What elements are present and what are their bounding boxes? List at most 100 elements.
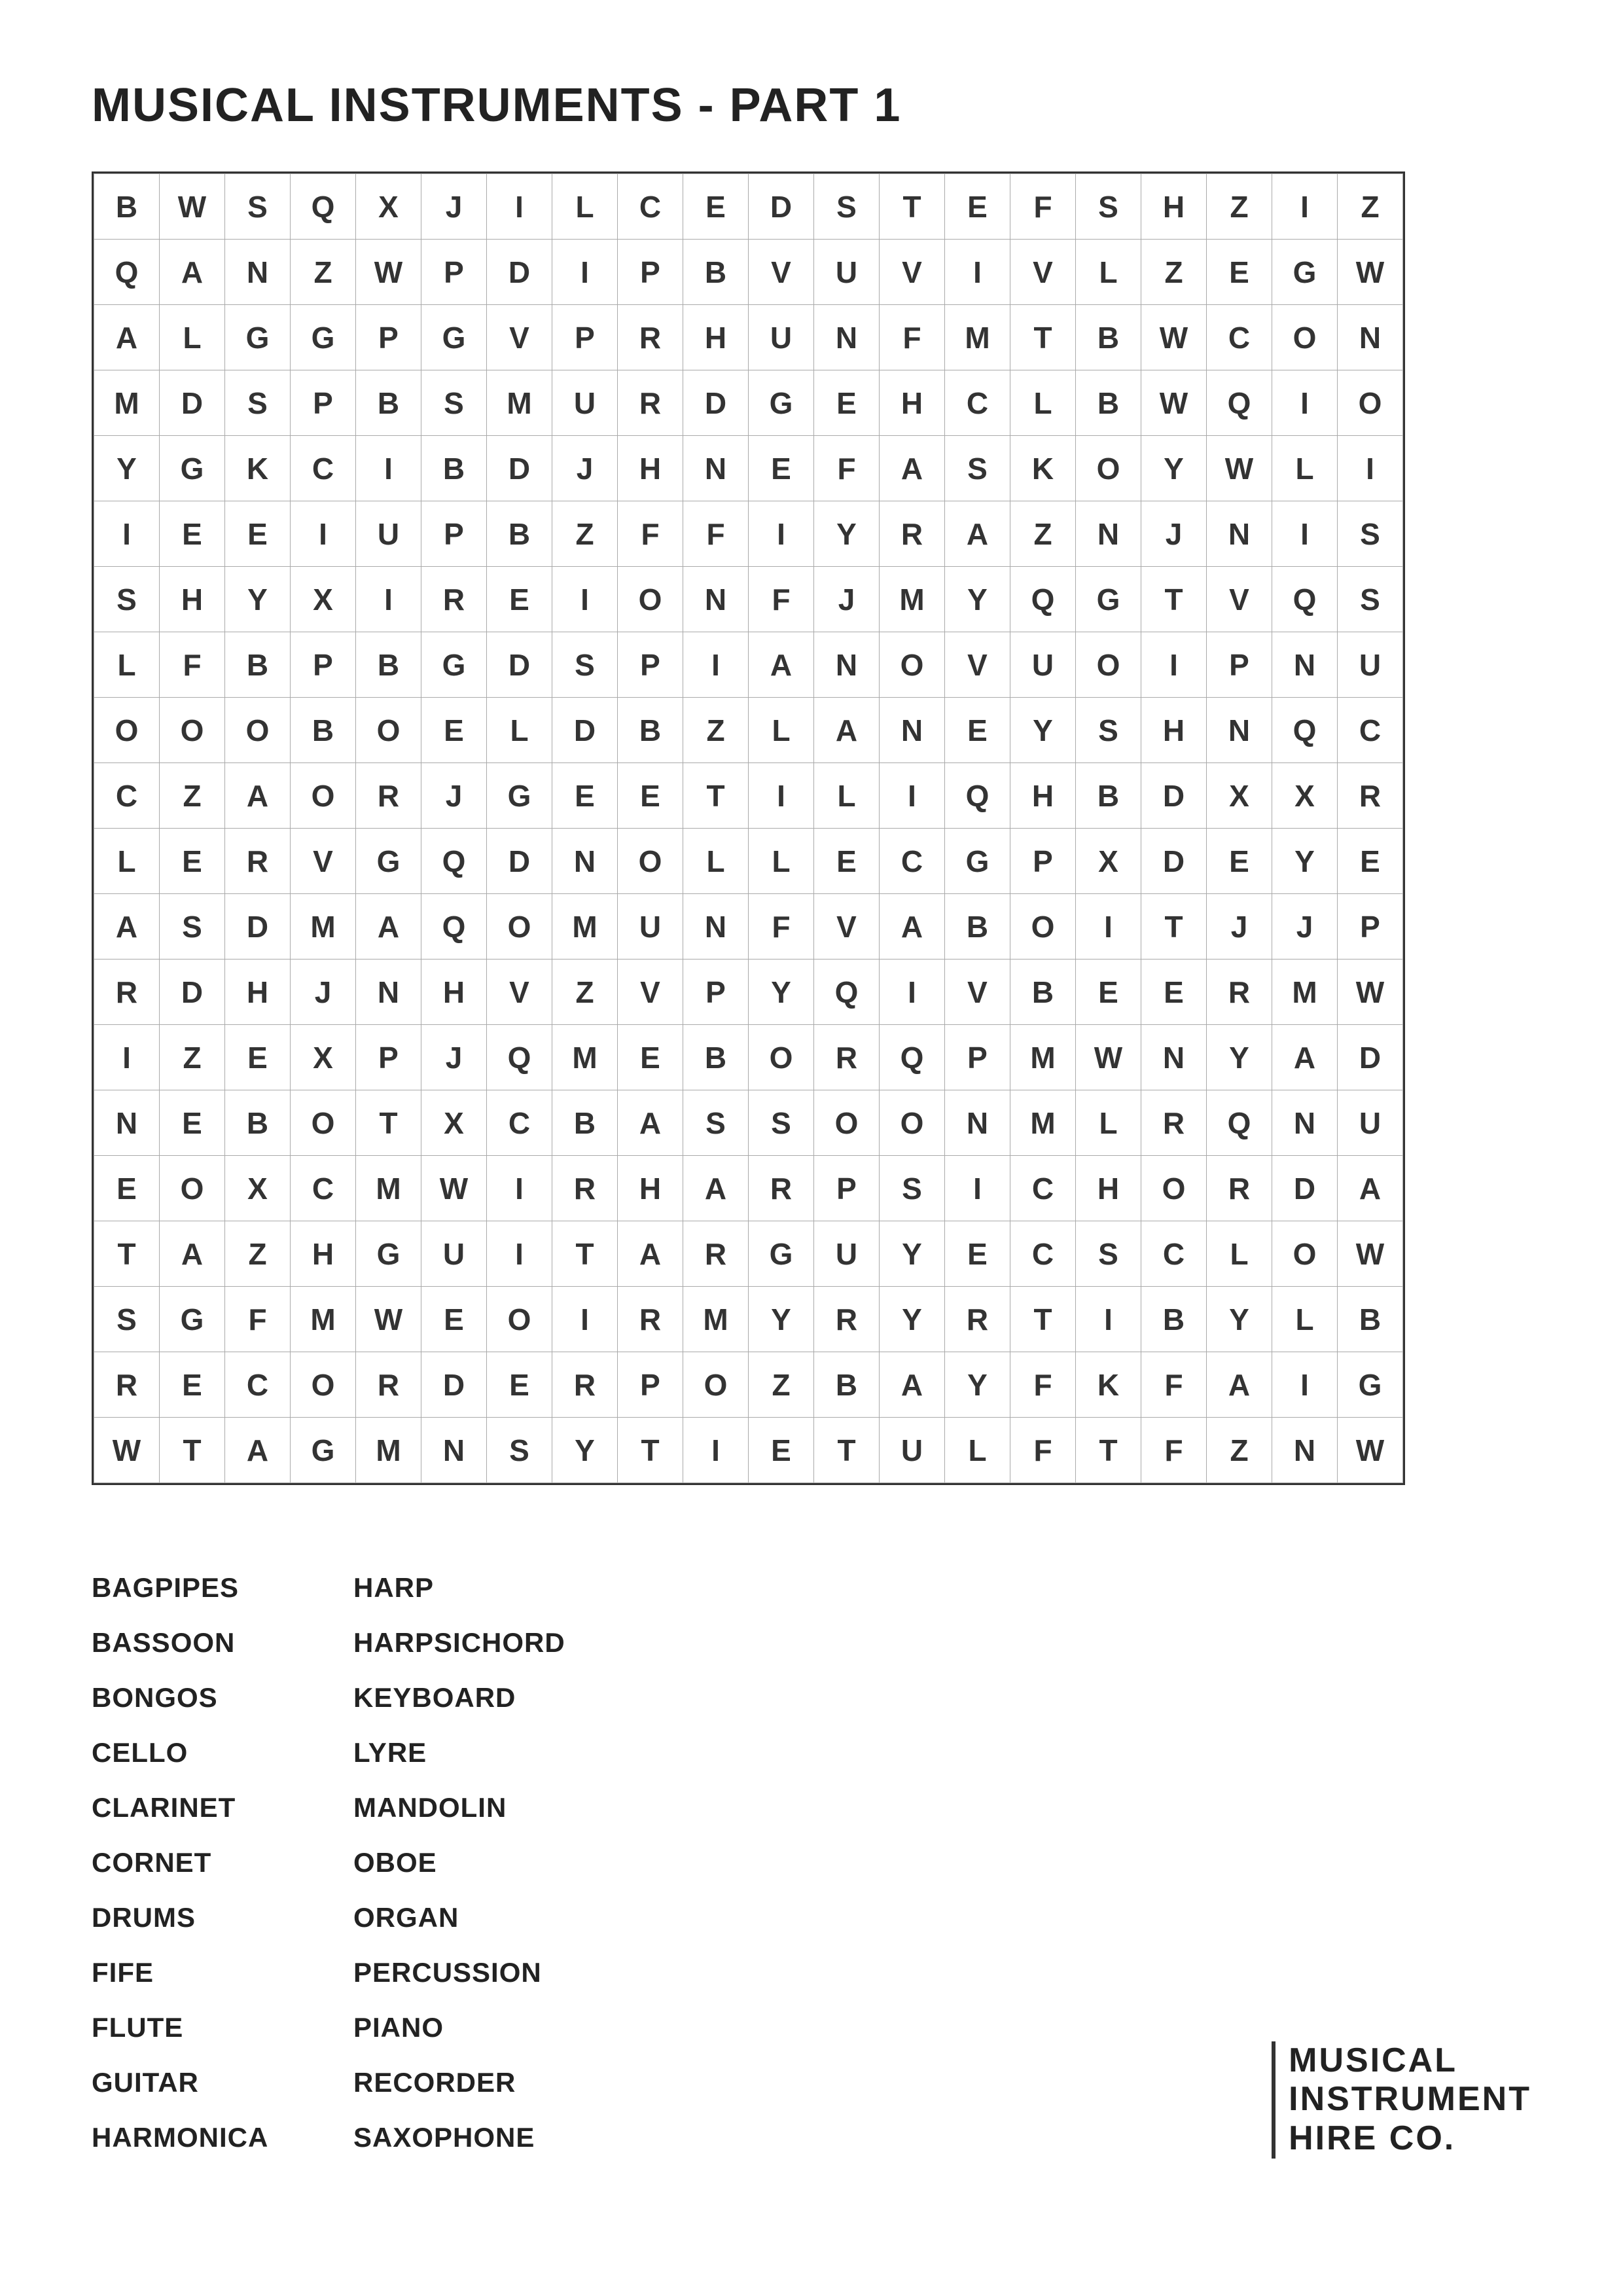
- grid-cell: L: [94, 829, 160, 894]
- grid-cell: X: [1076, 829, 1141, 894]
- grid-cell: I: [880, 763, 945, 829]
- grid-cell: V: [291, 829, 356, 894]
- grid-cell: E: [618, 1025, 683, 1090]
- grid-cell: Y: [1010, 698, 1076, 763]
- grid-cell: R: [1141, 1090, 1207, 1156]
- grid-cell: G: [356, 1221, 421, 1287]
- grid-cell: Y: [880, 1221, 945, 1287]
- grid-cell: C: [291, 436, 356, 501]
- grid-cell: I: [356, 567, 421, 632]
- grid-cell: R: [618, 1287, 683, 1352]
- grid-cell: P: [291, 370, 356, 436]
- grid-cell: U: [1338, 632, 1403, 698]
- grid-cell: W: [421, 1156, 487, 1221]
- grid-cell: P: [1338, 894, 1403, 960]
- grid-cell: A: [94, 305, 160, 370]
- grid-cell: D: [160, 960, 225, 1025]
- grid-cell: M: [487, 370, 552, 436]
- grid-cell: U: [618, 894, 683, 960]
- grid-cell: X: [356, 174, 421, 240]
- grid-cell: N: [683, 567, 749, 632]
- grid-cell: I: [1272, 1352, 1338, 1418]
- grid-cell: S: [1338, 501, 1403, 567]
- grid-cell: L: [814, 763, 880, 829]
- grid-cell: C: [945, 370, 1010, 436]
- grid-cell: W: [356, 1287, 421, 1352]
- grid-cell: R: [225, 829, 291, 894]
- grid-cell: D: [1272, 1156, 1338, 1221]
- grid-cell: Y: [1272, 829, 1338, 894]
- grid-cell: I: [749, 501, 814, 567]
- grid-cell: P: [618, 632, 683, 698]
- grid-cell: X: [1272, 763, 1338, 829]
- grid-cell: A: [225, 763, 291, 829]
- grid-cell: Q: [1272, 698, 1338, 763]
- grid-cell: E: [749, 436, 814, 501]
- grid-cell: K: [1010, 436, 1076, 501]
- grid-cell: P: [618, 240, 683, 305]
- grid-cell: O: [1076, 632, 1141, 698]
- grid-cell: O: [880, 1090, 945, 1156]
- grid-cell: N: [1338, 305, 1403, 370]
- grid-cell: E: [814, 829, 880, 894]
- grid-cell: R: [94, 960, 160, 1025]
- grid-cell: Z: [160, 763, 225, 829]
- grid-cell: L: [1272, 1287, 1338, 1352]
- grid-cell: J: [421, 1025, 487, 1090]
- word-list-item: FIFE: [92, 1945, 353, 2000]
- grid-cell: O: [1338, 370, 1403, 436]
- grid-cell: E: [225, 1025, 291, 1090]
- grid-cell: H: [160, 567, 225, 632]
- grid-cell: P: [683, 960, 749, 1025]
- grid-cell: B: [356, 370, 421, 436]
- grid-cell: M: [552, 894, 618, 960]
- grid-cell: O: [487, 1287, 552, 1352]
- grid-cell: I: [683, 632, 749, 698]
- grid-cell: R: [618, 370, 683, 436]
- grid-cell: E: [1141, 960, 1207, 1025]
- grid-cell: N: [683, 436, 749, 501]
- grid-cell: D: [487, 436, 552, 501]
- grid-cell: W: [1338, 240, 1403, 305]
- grid-cell: O: [683, 1352, 749, 1418]
- grid-cell: H: [1076, 1156, 1141, 1221]
- grid-cell: C: [1010, 1156, 1076, 1221]
- grid-cell: Y: [814, 501, 880, 567]
- grid-cell: X: [1207, 763, 1272, 829]
- word-list-item: CLARINET: [92, 1780, 353, 1835]
- grid-cell: T: [1010, 305, 1076, 370]
- grid-cell: R: [1207, 960, 1272, 1025]
- grid-cell: G: [421, 632, 487, 698]
- grid-cell: F: [749, 894, 814, 960]
- grid-cell: W: [1338, 1221, 1403, 1287]
- grid-cell: G: [291, 1418, 356, 1483]
- grid-cell: K: [225, 436, 291, 501]
- grid-cell: Z: [1207, 1418, 1272, 1483]
- grid-cell: O: [356, 698, 421, 763]
- grid-cell: E: [814, 370, 880, 436]
- grid-cell: G: [487, 763, 552, 829]
- grid-cell: S: [225, 370, 291, 436]
- grid-cell: A: [94, 894, 160, 960]
- grid-cell: E: [160, 1352, 225, 1418]
- grid-cell: Q: [291, 174, 356, 240]
- grid-cell: J: [291, 960, 356, 1025]
- grid-cell: V: [880, 240, 945, 305]
- grid-cell: I: [291, 501, 356, 567]
- grid-cell: R: [683, 1221, 749, 1287]
- grid-cell: U: [421, 1221, 487, 1287]
- grid-cell: Y: [1141, 436, 1207, 501]
- grid-cell: M: [552, 1025, 618, 1090]
- grid-cell: I: [487, 174, 552, 240]
- grid-cell: F: [618, 501, 683, 567]
- grid-cell: A: [1272, 1025, 1338, 1090]
- grid-cell: I: [1076, 1287, 1141, 1352]
- grid-cell: C: [880, 829, 945, 894]
- grid-cell: T: [552, 1221, 618, 1287]
- logo-section: MUSICAL INSTRUMENT HIRE CO.: [1272, 1560, 1531, 2165]
- grid-cell: N: [1076, 501, 1141, 567]
- grid-cell: N: [552, 829, 618, 894]
- grid-cell: L: [1076, 240, 1141, 305]
- logo-line1: MUSICAL: [1289, 2041, 1531, 2081]
- grid-cell: B: [1076, 305, 1141, 370]
